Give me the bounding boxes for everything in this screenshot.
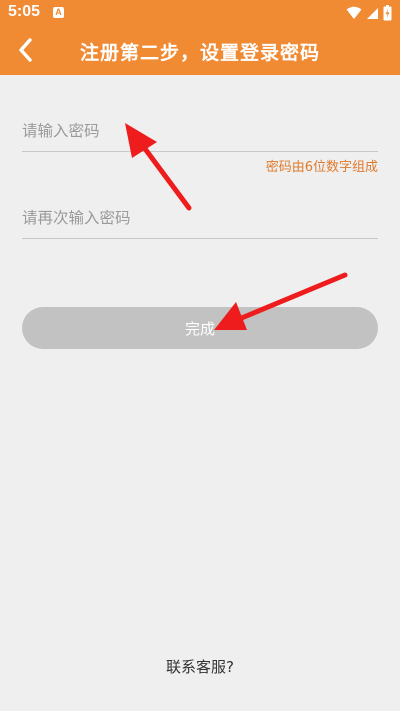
password-input[interactable] bbox=[22, 111, 378, 151]
wifi-icon bbox=[346, 6, 362, 19]
done-button[interactable]: 完成 bbox=[22, 307, 378, 349]
contact-support-link[interactable]: 联系客服? bbox=[0, 656, 400, 677]
notification-a-icon: A bbox=[53, 7, 64, 18]
confirm-password-field bbox=[22, 198, 378, 239]
password-field bbox=[22, 111, 378, 152]
annotation-arrows bbox=[125, 123, 348, 330]
status-time: 5:05 bbox=[8, 3, 41, 20]
status-icons bbox=[346, 4, 392, 22]
password-hint: 密码由6位数字组成 bbox=[265, 160, 378, 175]
app-header: 5:05 A 注册第二步，设置登录密码 bbox=[0, 0, 400, 75]
nav-bar: 注册第二步，设置登录密码 bbox=[0, 26, 400, 75]
confirm-password-input[interactable] bbox=[22, 198, 378, 238]
page-title: 注册第二步，设置登录密码 bbox=[79, 42, 320, 64]
signal-icon bbox=[367, 7, 378, 19]
battery-icon bbox=[383, 5, 392, 21]
status-bar: 5:05 A bbox=[0, 0, 400, 26]
